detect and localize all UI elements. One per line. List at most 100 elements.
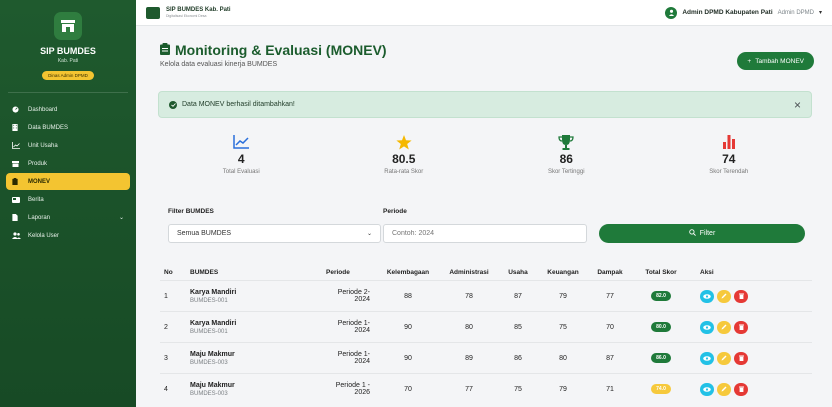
row-dampak: 77 [606,292,614,300]
row-total: 80.0 [632,322,690,332]
plus-icon: + [747,57,752,65]
col-keuangan: Keuangan [547,268,579,276]
page-title: Monitoring & Evaluasi (MONEV) [160,42,387,58]
topbar-brand: SIP BUMDES Kab. Pati Digitalisasi Ekonom… [166,7,231,18]
user-menu[interactable]: Admin DPMD Kabupaten Pati Admin DPMD ▾ [665,6,822,19]
role-badge: Dinas Admin DPMD [42,71,94,80]
monev-table: No BUMDES Periode Kelembagaan Administra… [160,264,812,404]
edit-button[interactable] [717,320,731,334]
bumdes-select[interactable]: Semua BUMDES ⌄ [168,224,381,243]
sidebar-item-label: Data BUMDES [28,124,69,131]
stat-skor-tertinggi: 86 Skor Tertinggi [485,134,648,184]
sidebar-item-laporan[interactable]: Laporan ⌄ [6,209,130,226]
bumdes-name: Karya Mandiri [190,319,237,327]
row-periode: Periode 1 -2026 [316,382,376,396]
sidebar: SIP BUMDES Kab. Pati Dinas Admin DPMD Da… [0,0,136,407]
chart-line-icon [12,142,22,149]
row-keuangan: 79 [559,292,567,300]
stat-value: 86 [559,152,573,166]
sidebar-item-berita[interactable]: Berita [6,191,130,208]
bumdes-code: BUMDES-001 [190,297,228,304]
stat-label: Skor Terendah [709,169,749,175]
row-administrasi: 78 [465,292,473,300]
edit-button[interactable] [717,382,731,396]
chevron-down-icon: ⌄ [366,231,372,237]
row-no: 4 [164,385,168,393]
col-bumdes: BUMDES [190,268,219,276]
sidebar-item-produk[interactable]: Produk [6,155,130,172]
row-total: 86.0 [632,353,690,363]
total-score-badge: 86.0 [651,353,671,363]
row-periode: Periode 1- 2024 [316,320,376,334]
sidebar-item-monev[interactable]: MONEV [6,173,130,190]
sidebar-title: SIP BUMDES [40,46,96,56]
table-row: 4 Maju Makmur BUMDES-003 Periode 1 -2026… [160,373,812,404]
edit-button[interactable] [717,289,731,303]
users-icon [12,232,22,239]
close-icon[interactable]: × [794,98,801,112]
stat-value: 74 [722,152,736,166]
stat-total-evaluasi: 4 Total Evaluasi [160,134,323,184]
sidebar-divider [8,92,128,93]
table-row: 3 Maju Makmur BUMDES-003 Periode 1- 2024 … [160,342,812,373]
add-monev-button[interactable]: + Tambah MONEV [737,52,814,70]
caret-down-icon: ▾ [818,10,822,16]
avatar [665,6,678,19]
row-no: 1 [164,292,168,300]
periode-line: Periode 1- [337,351,370,358]
row-administrasi: 77 [465,385,473,393]
delete-button[interactable] [734,289,748,303]
row-total: 74.0 [632,384,690,394]
row-usaha: 85 [514,323,522,331]
row-usaha: 87 [514,292,522,300]
sidebar-item-label: Dashboard [28,106,58,113]
table-row: 2 Karya Mandiri BUMDES-001 Periode 1- 202… [160,311,812,342]
view-button[interactable] [700,351,714,365]
sidebar-subtitle: Kab. Pati [57,58,79,64]
row-kelembagaan: 70 [404,385,412,393]
row-periode: Periode 1- 2024 [316,351,376,365]
topbar-subtitle: Digitalisasi Ekonomi Desa [166,14,207,18]
main-content: Monitoring & Evaluasi (MONEV) Kelola dat… [150,26,822,407]
row-kelembagaan: 88 [404,292,412,300]
sidebar-item-data-bumdes[interactable]: Data BUMDES [6,119,130,136]
row-actions [690,320,786,334]
delete-button[interactable] [734,320,748,334]
check-circle-icon [169,100,177,109]
stat-label: Rata-rata Skor [384,169,424,175]
stat-value: 4 [237,152,245,166]
filter-periode-label: Periode [383,208,407,215]
sidebar-item-label: Berita [28,196,44,203]
view-button[interactable] [700,382,714,396]
periode-line: Periode 2- [337,289,370,296]
col-no: No [164,268,173,276]
row-actions [690,351,786,365]
sidebar-brand: SIP BUMDES Kab. Pati Dinas Admin DPMD [0,0,136,82]
total-score-badge: 74.0 [651,384,671,394]
row-bumdes: Maju Makmur BUMDES-003 [190,351,316,366]
filter-button-label: Filter [699,230,716,237]
user-role: Admin DPMD [777,9,814,16]
view-button[interactable] [700,320,714,334]
bumdes-code: BUMDES-003 [190,390,228,397]
sidebar-item-unit-usaha[interactable]: Unit Usaha [6,137,130,154]
sidebar-item-dashboard[interactable]: Dashboard [6,101,130,118]
bar-chart-icon [648,134,811,150]
filter-form: Filter BUMDES Periode Semua BUMDES ⌄ Fil… [160,208,810,248]
stat-label: Skor Tertinggi [547,169,585,175]
total-score-badge: 82.0 [651,291,671,301]
view-button[interactable] [700,289,714,303]
edit-button[interactable] [717,351,731,365]
sidebar-item-kelola-user[interactable]: Kelola User [6,227,130,244]
row-dampak: 71 [606,385,614,393]
row-dampak: 70 [606,323,614,331]
row-dampak: 87 [606,354,614,362]
periode-input[interactable] [383,224,587,243]
sidebar-item-label: Produk [28,160,48,167]
bumdes-select-value: Semua BUMDES [177,230,232,237]
delete-button[interactable] [734,351,748,365]
sidebar-item-label: Kelola User [28,232,60,239]
bumdes-name: Maju Makmur [190,350,235,358]
filter-button[interactable]: Filter [599,224,805,243]
delete-button[interactable] [734,382,748,396]
